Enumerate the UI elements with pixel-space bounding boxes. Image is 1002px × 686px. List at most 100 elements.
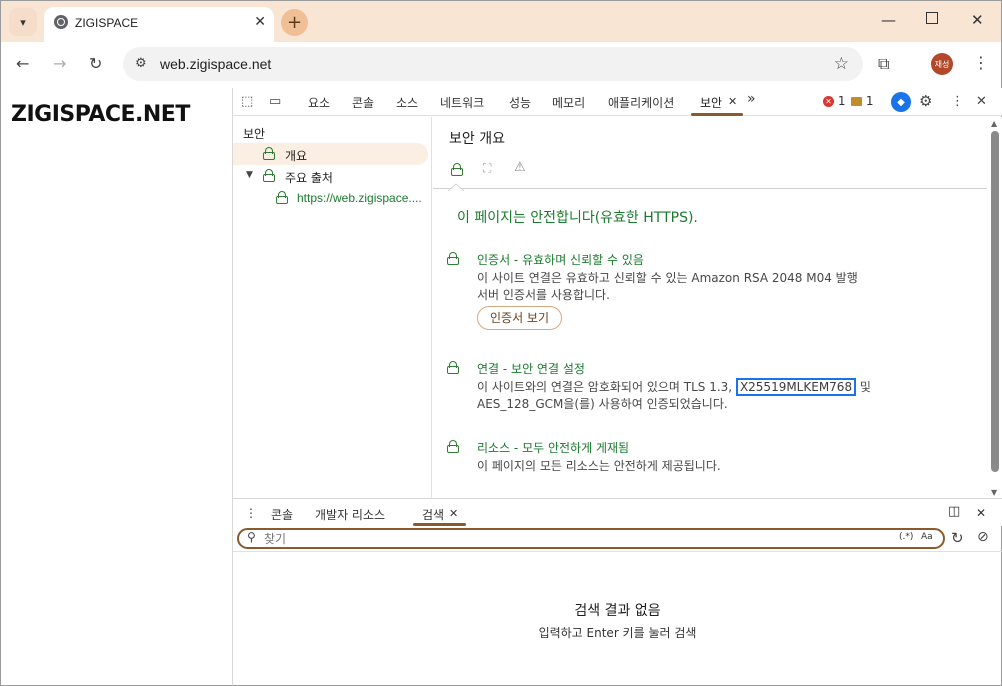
regex-toggle[interactable]: (.*) <box>899 532 913 542</box>
tab-search-button[interactable]: ▾ <box>9 8 37 36</box>
security-sidebar: 보안 개요 ▼ 주요 출처 https://web.zigispace.... <box>233 117 432 498</box>
more-tabs-icon[interactable]: » <box>747 91 756 107</box>
lock-icon <box>447 440 459 453</box>
customize-menu-icon[interactable]: ⋮ <box>951 94 964 109</box>
url-text[interactable]: web.zigispace.net <box>160 56 271 72</box>
tab-network[interactable]: 네트워크 <box>440 94 484 111</box>
drawer-tab-bar: ⋮ 콘솔 개발자 리소스 검색 ✕ ◫ ✕ <box>233 498 1002 526</box>
resources-title: 리소스 - 모두 안전하게 게재됨 <box>477 441 630 455</box>
info-icon[interactable]: ⛶ <box>483 161 491 176</box>
lock-icon <box>447 252 459 265</box>
resources-description: 이 페이지의 모든 리소스는 안전하게 제공됩니다. <box>477 459 721 473</box>
drawer-tab-close-icon[interactable]: ✕ <box>449 507 458 520</box>
tab-close-icon[interactable]: ✕ <box>254 14 266 30</box>
page-heading: ZIGISPACE.NET <box>11 102 190 127</box>
search-field[interactable]: ⚲ (.*) Aa <box>237 528 945 549</box>
tab-elements[interactable]: 요소 <box>308 94 330 111</box>
tab-performance[interactable]: 성능 <box>509 94 531 111</box>
clear-icon[interactable]: ⊘ <box>977 529 989 545</box>
match-case-toggle[interactable]: Aa <box>921 532 933 542</box>
no-results-hint: 입력하고 Enter 키를 눌러 검색 <box>538 626 697 640</box>
lock-icon <box>263 169 275 182</box>
lock-icon <box>263 147 275 160</box>
ai-assistance-icon[interactable]: ◆ <box>891 92 911 112</box>
tab-memory[interactable]: 메모리 <box>552 94 585 111</box>
tab-title: ZIGISPACE <box>75 16 139 30</box>
new-tab-button[interactable]: + <box>281 9 308 36</box>
devtools-close-icon[interactable]: ✕ <box>976 94 987 109</box>
dock-side-icon[interactable]: ◫ <box>948 504 960 519</box>
certificate-description: 이 사이트 연결은 유효하고 신뢰할 수 있는 Amazon RSA 2048 … <box>477 270 877 304</box>
error-counter[interactable]: ✕ 1 <box>823 94 845 108</box>
sidebar-item-main-origin[interactable]: ▼ 주요 출처 <box>233 165 428 187</box>
search-icon: ⚲ <box>247 530 256 544</box>
description-line: 이 사이트 연결은 유효하고 신뢰할 수 있는 Amazon RSA 2048 … <box>477 271 858 285</box>
tab-console[interactable]: 콘솔 <box>352 94 374 111</box>
extensions-icon[interactable]: ⧉ <box>878 54 889 74</box>
drawer-close-icon[interactable]: ✕ <box>976 506 986 520</box>
description-line: 서버 인증서를 사용합니다. <box>477 288 610 302</box>
message-icon <box>851 97 862 106</box>
sidebar-item-overview[interactable]: 개요 <box>233 143 428 165</box>
selected-subtab-caret <box>448 183 464 191</box>
page-viewport: ZIGISPACE.NET <box>0 88 232 686</box>
minimize-icon[interactable]: — <box>881 11 896 29</box>
search-row: ⚲ (.*) Aa ↻ ⊘ <box>233 526 1002 552</box>
tab-sources[interactable]: 소스 <box>396 94 418 111</box>
tab-application[interactable]: 애플리케이션 <box>608 94 674 111</box>
globe-icon <box>54 15 68 29</box>
window-close-icon[interactable]: ✕ <box>971 11 984 29</box>
security-overview: 보안 개요 ⛶ ⚠ 이 페이지는 안전합니다(유효한 HTTPS). 인증서 -… <box>433 117 987 498</box>
browser-tab[interactable]: ZIGISPACE ✕ <box>44 7 274 43</box>
forward-arrow-icon[interactable]: → <box>53 54 66 73</box>
sidebar-item-label: 주요 출처 <box>285 171 333 185</box>
vertical-scrollbar[interactable]: ▲ ▼ <box>988 117 1002 498</box>
back-arrow-icon[interactable]: ← <box>16 54 29 73</box>
device-toolbar-icon[interactable]: ▭ <box>269 94 281 109</box>
devtools-panel: ⬚ ▭ 요소 콘솔 소스 네트워크 성능 메모리 애플리케이션 보안 ✕ » ✕… <box>232 88 1002 686</box>
drawer-tab-developer-resources[interactable]: 개발자 리소스 <box>315 506 385 523</box>
reload-icon[interactable]: ↻ <box>89 54 102 73</box>
drawer-tab-search[interactable]: 검색 <box>422 506 444 523</box>
panel-title: 보안 개요 <box>449 131 505 147</box>
tab-security-close-icon[interactable]: ✕ <box>728 95 737 108</box>
lock-icon <box>276 191 288 204</box>
certificate-title: 인증서 - 유효하며 신뢰할 수 있음 <box>477 253 644 267</box>
scroll-down-icon[interactable]: ▼ <box>991 488 997 497</box>
refresh-icon[interactable]: ↻ <box>951 529 964 547</box>
warning-counter[interactable]: 1 <box>851 94 873 108</box>
sidebar-item-origin[interactable]: https://web.zigispace.... <box>233 187 428 209</box>
sidebar-item-label: 개요 <box>285 149 308 163</box>
tab-security[interactable]: 보안 <box>700 94 722 111</box>
chevron-down-icon: ▾ <box>20 15 26 29</box>
browser-menu-icon[interactable]: ⋮ <box>973 53 989 72</box>
lock-icon <box>447 361 459 374</box>
key-exchange-highlight: X25519MLKEM768 <box>735 378 857 396</box>
devtools-tab-bar: ⬚ ▭ 요소 콘솔 소스 네트워크 성능 메모리 애플리케이션 보안 ✕ » ✕… <box>233 88 1002 116</box>
resources-section: 리소스 - 모두 안전하게 게재됨 이 페이지의 모든 리소스는 안전하게 제공… <box>447 439 977 479</box>
drawer-tab-console[interactable]: 콘솔 <box>271 506 293 523</box>
scroll-up-icon[interactable]: ▲ <box>991 119 997 128</box>
site-settings-icon[interactable]: ⚙ <box>135 56 147 71</box>
active-tab-indicator <box>691 113 743 116</box>
scrollbar-thumb[interactable] <box>991 131 999 472</box>
profile-avatar[interactable]: 재성 <box>931 53 953 75</box>
lock-icon[interactable] <box>451 163 463 176</box>
error-icon: ✕ <box>823 96 834 107</box>
bookmark-star-icon[interactable]: ☆ <box>834 54 849 74</box>
search-input[interactable] <box>264 531 864 547</box>
maximize-icon[interactable] <box>926 12 938 24</box>
connection-text: 이 사이트와의 연결은 암호화되어 있으며 TLS 1.3, <box>477 380 733 394</box>
security-summary: 이 페이지는 안전합니다(유효한 HTTPS). <box>457 210 698 226</box>
inspect-element-icon[interactable]: ⬚ <box>241 94 253 109</box>
connection-description: 이 사이트와의 연결은 암호화되어 있으며 TLS 1.3, X25519MLK… <box>477 378 897 413</box>
warning-count: 1 <box>865 94 874 108</box>
view-certificate-button[interactable]: 인증서 보기 <box>477 306 563 330</box>
drawer-menu-icon[interactable]: ⋮ <box>245 506 257 520</box>
settings-gear-icon[interactable]: ⚙ <box>919 92 932 110</box>
warning-triangle-icon[interactable]: ⚠ <box>514 160 526 175</box>
expand-triangle-icon[interactable]: ▼ <box>246 170 253 180</box>
description-line: AES_128_GCM을(를) 사용하여 인증되었습니다. <box>477 397 728 411</box>
certificate-section: 인증서 - 유효하며 신뢰할 수 있음 이 사이트 연결은 유효하고 신뢰할 수… <box>447 251 977 331</box>
address-bar[interactable]: ⚙ web.zigispace.net ☆ <box>123 47 863 81</box>
